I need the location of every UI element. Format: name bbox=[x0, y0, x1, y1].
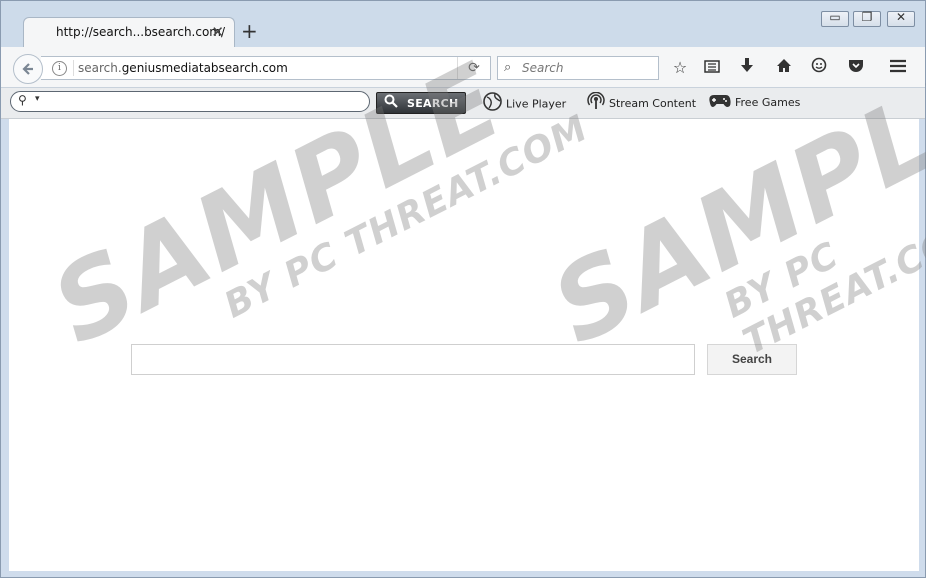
globe-icon bbox=[483, 92, 502, 117]
main-search-button[interactable]: Search bbox=[707, 344, 797, 375]
restore-button[interactable]: ❐ bbox=[853, 10, 881, 27]
tab-close-icon[interactable]: ✕ bbox=[211, 23, 224, 41]
search-placeholder: Search bbox=[522, 61, 564, 75]
main-search-input[interactable] bbox=[131, 344, 695, 375]
navigation-bar: i search.geniusmediatabsearch.com ⟳ ⌕ Se… bbox=[1, 47, 925, 88]
toolbar-search-input[interactable]: ⚲ ▾ bbox=[10, 91, 370, 112]
stream-content-link[interactable]: Stream Content bbox=[587, 91, 697, 116]
tab-strip: http://search...bsearch.com/ ✕ + ▭ ❐ ✕ bbox=[1, 1, 925, 47]
toolbar-search-label: SEARCH bbox=[407, 97, 459, 110]
free-games-label: Free Games bbox=[735, 96, 801, 109]
stream-content-label: Stream Content bbox=[609, 97, 697, 110]
close-window-button[interactable]: ✕ bbox=[887, 10, 915, 27]
url-bar[interactable]: i search.geniusmediatabsearch.com ⟳ bbox=[41, 56, 491, 80]
menu-icon[interactable] bbox=[887, 57, 909, 79]
live-player-link[interactable]: Live Player bbox=[483, 92, 566, 114]
home-icon[interactable] bbox=[773, 57, 795, 79]
minimize-button[interactable]: ▭ bbox=[821, 10, 849, 27]
info-icon[interactable]: i bbox=[52, 61, 67, 76]
search-icon: ⚲ bbox=[18, 93, 27, 107]
custom-toolbar: ⚲ ▾ SEARCH Live Player Stream Content Fr… bbox=[1, 88, 925, 119]
download-icon[interactable] bbox=[736, 57, 758, 79]
tab-title: http://search...bsearch.com/ bbox=[56, 25, 226, 39]
broadcast-icon bbox=[587, 91, 605, 116]
browser-search-input[interactable]: ⌕ Search bbox=[497, 56, 659, 80]
chevron-down-icon[interactable]: ▾ bbox=[35, 94, 40, 104]
reading-list-icon[interactable] bbox=[701, 57, 723, 79]
tab-active[interactable]: http://search...bsearch.com/ ✕ bbox=[23, 17, 235, 47]
new-tab-button[interactable]: + bbox=[241, 19, 258, 43]
url-text[interactable]: search.geniusmediatabsearch.com bbox=[78, 61, 288, 75]
browser-window: http://search...bsearch.com/ ✕ + ▭ ❐ ✕ i… bbox=[0, 0, 926, 578]
page-content: Search bbox=[9, 119, 919, 571]
toolbar-search-button[interactable]: SEARCH bbox=[376, 92, 466, 114]
hello-icon[interactable] bbox=[808, 57, 830, 79]
gamepad-icon bbox=[709, 92, 731, 114]
star-icon[interactable]: ☆ bbox=[669, 57, 691, 79]
live-player-label: Live Player bbox=[506, 97, 567, 111]
search-icon: ⌕ bbox=[504, 60, 512, 75]
back-arrow-icon bbox=[22, 63, 33, 75]
search-icon bbox=[384, 94, 398, 112]
back-button[interactable] bbox=[13, 54, 43, 84]
free-games-link[interactable]: Free Games bbox=[709, 92, 800, 114]
pocket-icon[interactable] bbox=[845, 57, 867, 79]
url-separator bbox=[73, 60, 74, 76]
reload-icon[interactable]: ⟳ bbox=[457, 57, 490, 79]
